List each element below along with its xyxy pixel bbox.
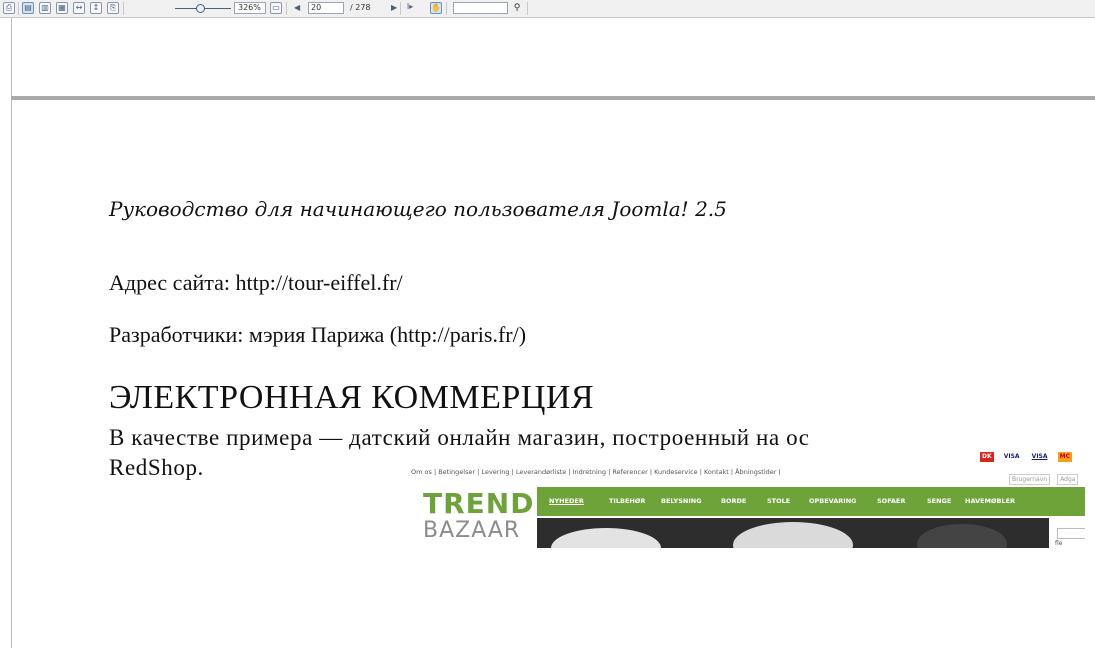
search-input[interactable] [453, 2, 508, 14]
shop-nav-item: BELYSNING [661, 497, 702, 505]
section-heading: ЭЛЕКТРОННАЯ КОММЕРЦИЯ [109, 379, 595, 416]
shop-side-text: fle [1055, 540, 1063, 547]
payment-logos: DK VISA VISA MC [980, 443, 1085, 462]
fit-width-icon: ↔ [75, 3, 83, 12]
hero-shape [733, 522, 853, 548]
toolbar-separator [527, 2, 528, 15]
fit-height-button[interactable]: ↕ [90, 2, 102, 14]
shop-nav-item: NYHEDER [549, 497, 584, 505]
hand-tool-button[interactable]: ✋ [430, 2, 442, 14]
zoom-level-display[interactable]: 326% [234, 2, 266, 14]
visa-electron-logo: VISA [1031, 453, 1048, 460]
shop-nav-item: SOFAER [877, 497, 906, 505]
save-button[interactable]: ⎘ [107, 2, 119, 14]
toolbar-separator [123, 2, 124, 15]
document-page: Руководство для начинающего пользователя… [11, 100, 1095, 648]
save-icon: ⎘ [109, 3, 117, 12]
hand-icon: ✋ [431, 3, 441, 12]
pdf-toolbar: ⎙ ▤ ▥ ▦ ↔ ↕ ⎘ 326% ▭ ◀ 20 / 278 ▶ I▸ ✋ ⚲ [0, 0, 1095, 18]
document-header: Руководство для начинающего пользователя… [109, 197, 727, 221]
single-page-view-button[interactable]: ▤ [22, 2, 34, 14]
previous-page-icon[interactable]: ◀ [294, 3, 300, 12]
toolbar-separator [400, 2, 401, 15]
print-icon: ⎙ [5, 3, 13, 12]
shop-logo-top: TREND [423, 487, 535, 520]
toolbar-separator [446, 2, 447, 15]
developers-line: Разработчики: мэрия Парижа (http://paris… [109, 322, 527, 347]
shop-side-input [1057, 528, 1085, 539]
fullscreen-button[interactable]: ▭ [270, 2, 282, 14]
toolbar-separator [18, 2, 19, 15]
grid-view-icon: ▦ [58, 3, 66, 12]
page-number-input[interactable]: 20 [308, 2, 344, 14]
page-total-label: / 278 [350, 3, 371, 12]
fit-width-button[interactable]: ↔ [73, 2, 85, 14]
username-field: Brugernavn [1009, 474, 1051, 485]
fit-height-icon: ↕ [92, 3, 100, 12]
shop-logo-bottom: BAZAAR [423, 518, 521, 543]
print-button[interactable]: ⎙ [3, 2, 15, 14]
previous-page-bottom [11, 18, 1095, 96]
hero-shape [551, 528, 661, 548]
shop-login: Brugernavn Adga [1009, 466, 1085, 485]
zoom-slider-handle[interactable] [195, 4, 205, 13]
text-select-button[interactable]: I▸ [404, 2, 416, 14]
mastercard-logo: MC [1057, 452, 1072, 462]
visa-logo: VISA [1003, 453, 1020, 460]
embedded-shop-screenshot: DK VISA VISA MC Om os | Betingelser | Le… [405, 438, 1085, 548]
shop-nav-item: OPBEVARING [809, 497, 857, 505]
single-page-icon: ▤ [24, 3, 32, 12]
monitor-icon: ▭ [272, 3, 280, 12]
two-page-icon: ▥ [41, 3, 49, 12]
site-address-line: Адрес сайта: http://tour-eiffel.fr/ [109, 270, 403, 295]
dankort-logo: DK [980, 452, 994, 462]
text-cursor-icon: I▸ [406, 2, 414, 11]
search-icon[interactable]: ⚲ [512, 2, 522, 14]
next-page-icon[interactable]: ▶ [391, 3, 397, 12]
shop-nav-item: HAVEMØBLER [965, 497, 1016, 505]
shop-nav-item: TILBEHØR [609, 497, 646, 505]
two-page-view-button[interactable]: ▥ [39, 2, 51, 14]
hero-shape [917, 524, 1007, 548]
shop-nav-item: BORDE [721, 497, 747, 505]
shop-top-links: Om os | Betingelser | Levering | Leveran… [411, 468, 781, 476]
password-field: Adga [1057, 474, 1079, 485]
toolbar-separator [286, 2, 287, 15]
shop-nav-item: STOLE [767, 497, 791, 505]
grid-view-button[interactable]: ▦ [56, 2, 68, 14]
shop-hero-image [537, 518, 1049, 548]
shop-nav-item: SENGE [927, 497, 952, 505]
shop-nav-bar: NYHEDER TILBEHØR BELYSNING BORDE STOLE O… [537, 487, 1085, 516]
